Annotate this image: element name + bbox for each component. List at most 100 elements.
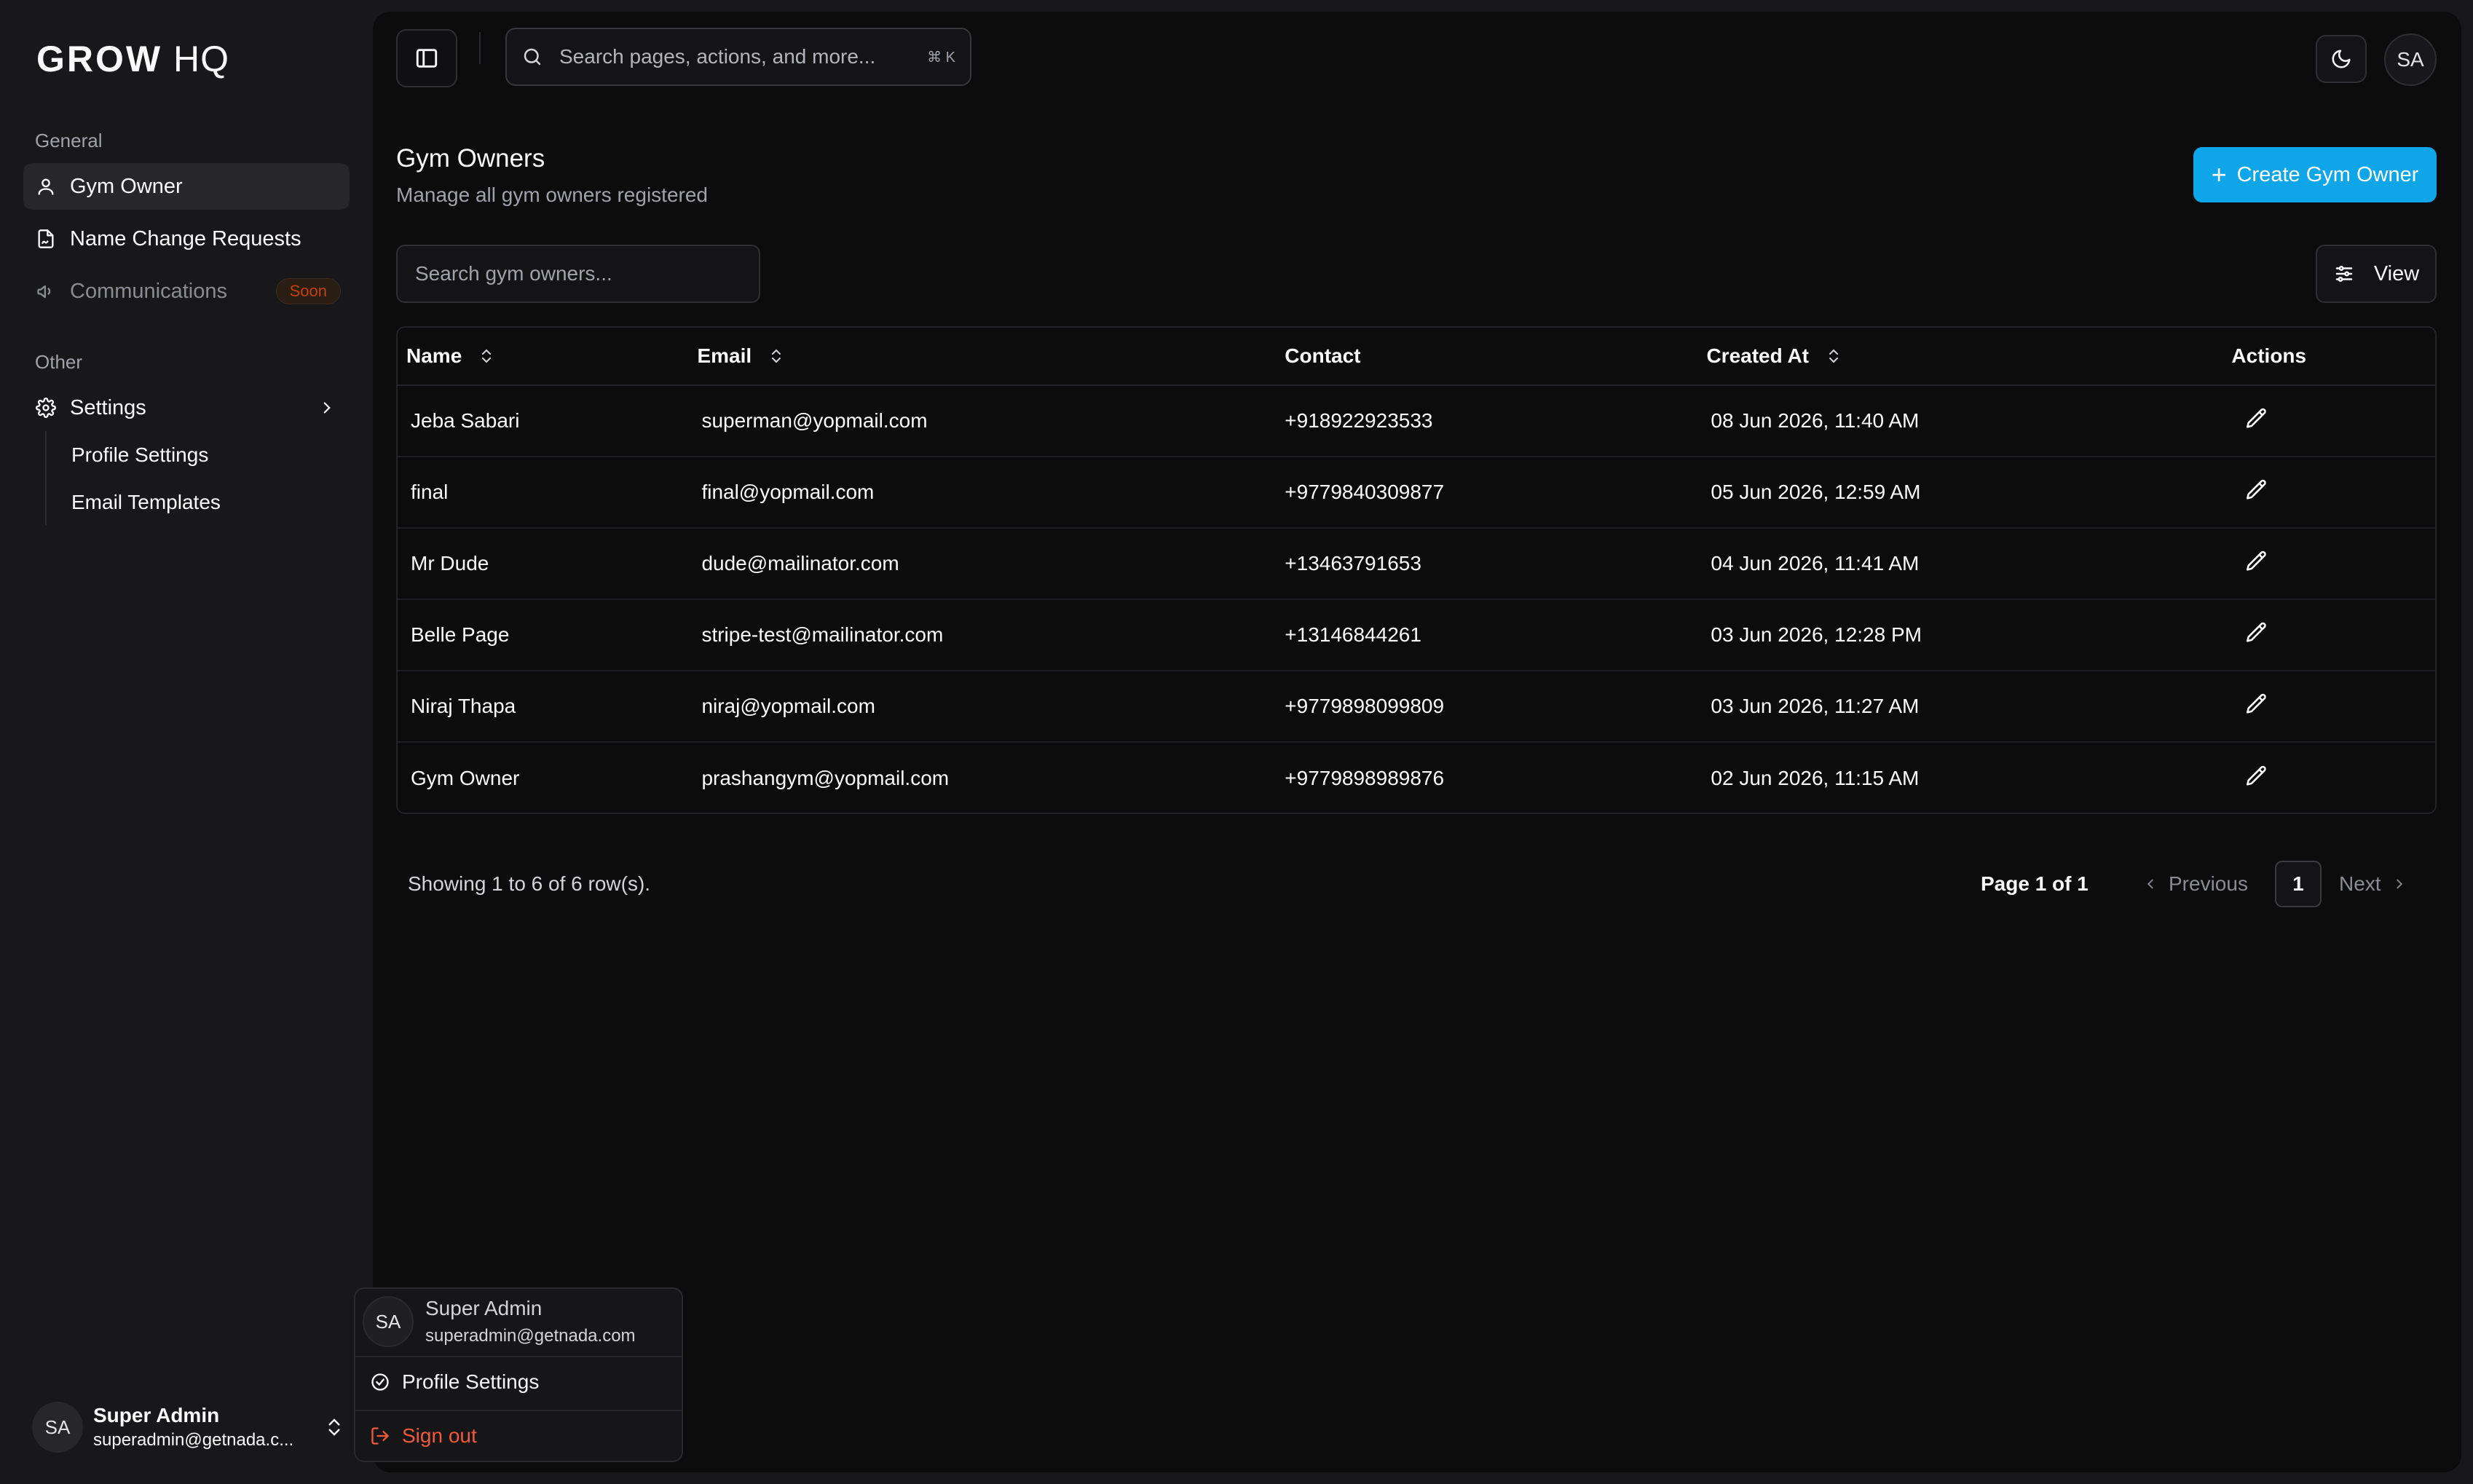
popover-user-header: SA Super Admin superadmin@getnada.com	[363, 1296, 636, 1347]
sidebar-item-label: Communications	[70, 279, 227, 303]
user-icon	[35, 175, 57, 197]
cell-email: stripe-test@mailinator.com	[701, 623, 944, 646]
cell-name: Mr Dude	[411, 552, 489, 575]
next-label: Next	[2339, 872, 2381, 895]
cell-created-at: 02 Jun 2026, 11:15 AM	[1711, 767, 1920, 789]
popover-divider	[355, 1356, 682, 1357]
sidebar-item-label: Gym Owner	[70, 174, 183, 198]
sort-icon	[772, 349, 781, 363]
previous-label: Previous	[2169, 872, 2248, 895]
theme-toggle-button[interactable]	[2316, 35, 2367, 83]
toolbar-divider	[479, 32, 481, 64]
table-search-placeholder: Search gym owners...	[415, 262, 612, 285]
gear-icon	[35, 397, 57, 419]
pencil-icon[interactable]	[2244, 478, 2269, 502]
pencil-icon[interactable]	[2244, 549, 2269, 574]
pencil-icon[interactable]	[2244, 620, 2269, 645]
view-options-button[interactable]: View	[2316, 245, 2437, 303]
avatar: SA	[363, 1296, 414, 1347]
cell-email: final@yopmail.com	[701, 481, 875, 503]
column-header-name[interactable]: Name	[398, 344, 690, 368]
sign-out-button[interactable]: Sign out	[370, 1424, 477, 1448]
subnav-item-email-templates[interactable]: Email Templates	[71, 478, 221, 526]
sidebar-user-menu[interactable]: SA Super Admin superadmin@getnada.c...	[32, 1400, 345, 1455]
cell-created-at: 04 Jun 2026, 11:41 AM	[1711, 552, 1920, 575]
cell-email: dude@mailinator.com	[701, 552, 899, 575]
cell-email: niraj@yopmail.com	[701, 695, 875, 717]
app-logo[interactable]: GROW HQ	[36, 38, 229, 80]
page-info: Page 1 of 1	[1981, 872, 2089, 895]
pencil-icon[interactable]	[2244, 406, 2269, 431]
cell-contact: +9779898989876	[1285, 767, 1445, 789]
sort-icon	[1829, 349, 1838, 363]
column-header-email[interactable]: Email	[690, 344, 1285, 368]
table-row: Niraj Thapa niraj@yopmail.com +977989809…	[398, 671, 2435, 743]
gym-owner-search-input[interactable]: Search gym owners...	[396, 245, 760, 303]
page-title: Gym Owners	[396, 144, 545, 173]
column-header-contact: Contact	[1285, 344, 1361, 367]
next-page-button[interactable]: Next	[2339, 872, 2407, 896]
cell-name: Gym Owner	[411, 767, 520, 789]
avatar: SA	[32, 1402, 83, 1453]
table-row: Mr Dude dude@mailinator.com +13463791653…	[398, 529, 2435, 600]
pencil-icon[interactable]	[2244, 764, 2269, 789]
popover-user-email: superadmin@getnada.com	[425, 1326, 636, 1346]
view-button-label: View	[2373, 261, 2420, 285]
search-placeholder: Search pages, actions, and more...	[559, 45, 876, 68]
global-search-input[interactable]: Search pages, actions, and more... ⌘ K	[505, 28, 971, 86]
log-out-icon	[371, 1427, 389, 1445]
cell-actions	[2231, 406, 2435, 436]
rows-showing-text: Showing 1 to 6 of 6 row(s).	[408, 872, 651, 895]
previous-page-button[interactable]: Previous	[2142, 872, 2248, 896]
cell-created-at: 08 Jun 2026, 11:40 AM	[1711, 409, 1920, 432]
pencil-icon[interactable]	[2244, 692, 2269, 717]
chevrons-up-down-icon	[328, 1418, 340, 1436]
cell-actions	[2231, 692, 2435, 722]
user-email: superadmin@getnada.c...	[93, 1430, 294, 1450]
chevron-right-icon	[2396, 879, 2402, 889]
cell-name: Niraj Thapa	[411, 695, 516, 717]
column-header-created-at[interactable]: Created At	[1706, 344, 2231, 368]
main-panel: Search pages, actions, and more... ⌘ K S…	[373, 12, 2461, 1472]
subnav-item-profile-settings[interactable]: Profile Settings	[71, 431, 221, 478]
cell-created-at: 03 Jun 2026, 12:28 PM	[1711, 623, 1922, 646]
cell-actions	[2231, 478, 2435, 508]
table-row: Belle Page stripe-test@mailinator.com +1…	[398, 600, 2435, 671]
sidebar-item-communications: Communications Soon	[23, 268, 350, 315]
logo-bold-text: GROW	[36, 39, 163, 79]
cell-name: Belle Page	[411, 623, 510, 646]
popover-profile-settings[interactable]: Profile Settings	[370, 1370, 539, 1394]
user-name: Super Admin	[93, 1404, 220, 1426]
cell-contact: +918922923533	[1285, 409, 1433, 432]
sign-out-label: Sign out	[402, 1424, 477, 1447]
cell-name: final	[411, 481, 449, 503]
cell-name: Jeba Sabari	[411, 409, 520, 432]
sidebar: GROW HQ General Gym Owner Name Change Re…	[0, 0, 371, 1484]
search-shortcut: ⌘ K	[927, 49, 955, 66]
column-label: Name	[406, 344, 462, 367]
nav-group-other: Other	[35, 351, 83, 373]
chevron-right-icon	[323, 402, 331, 414]
page-number-button[interactable]: 1	[2275, 861, 2322, 907]
nav-group-general: General	[35, 130, 103, 151]
column-header-actions: Actions	[2231, 344, 2307, 367]
cell-actions	[2231, 549, 2435, 579]
sidebar-toggle-button[interactable]	[396, 29, 457, 87]
page-subtitle: Manage all gym owners registered	[396, 183, 708, 206]
cell-contact: +9779898099809	[1285, 695, 1445, 717]
sidebar-item-settings[interactable]: Settings	[23, 384, 350, 431]
popover-divider	[355, 1410, 682, 1411]
file-signature-icon	[35, 228, 57, 250]
badge-check-icon	[371, 1373, 389, 1391]
logo-light-text: HQ	[173, 39, 229, 79]
chevron-left-icon	[2147, 879, 2153, 889]
create-gym-owner-button[interactable]: + Create Gym Owner	[2193, 147, 2437, 202]
sidebar-item-label: Settings	[70, 395, 146, 419]
cell-email: prashangym@yopmail.com	[701, 767, 950, 789]
sidebar-item-name-change-requests[interactable]: Name Change Requests	[23, 216, 350, 262]
sidebar-item-gym-owner[interactable]: Gym Owner	[23, 163, 350, 210]
cell-actions	[2231, 620, 2435, 650]
sidebar-item-label: Name Change Requests	[70, 226, 301, 250]
table-row: final final@yopmail.com +9779840309877 0…	[398, 457, 2435, 529]
topbar-avatar[interactable]: SA	[2384, 33, 2437, 86]
